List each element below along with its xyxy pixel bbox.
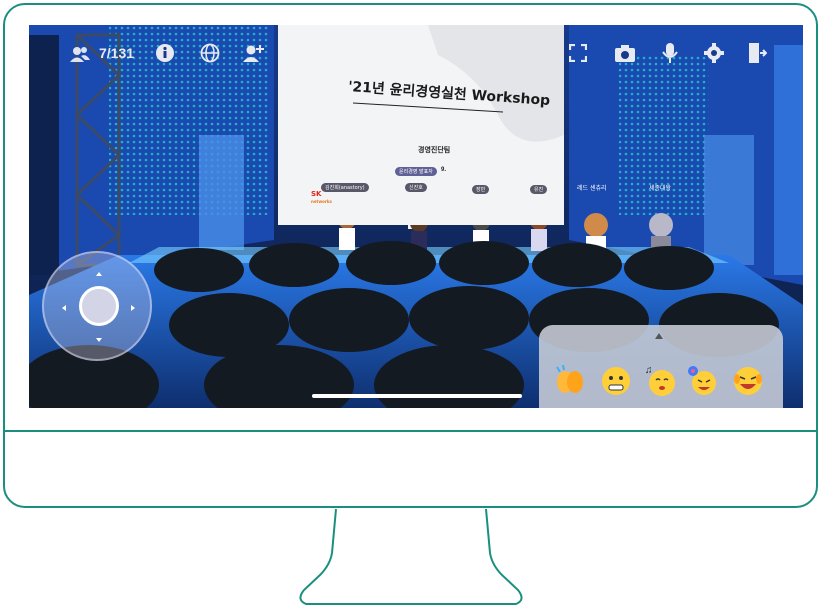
svg-text:♫: ♫ bbox=[645, 365, 653, 376]
singing-emoji[interactable]: ♫ bbox=[643, 363, 677, 397]
gear-icon[interactable] bbox=[704, 43, 724, 63]
arrow-left-icon bbox=[62, 305, 66, 311]
add-user-icon[interactable] bbox=[243, 43, 265, 63]
avatar-nametag: 레드 센츄리 bbox=[577, 185, 607, 192]
avatar-nametag: 신진호 bbox=[405, 183, 427, 192]
sk-networks-logo: SK networks bbox=[311, 190, 332, 204]
top-toolbar: 7/131 bbox=[29, 25, 803, 65]
home-indicator-bar[interactable] bbox=[312, 394, 522, 398]
laughing-emoji[interactable] bbox=[731, 363, 765, 397]
arrow-up-icon bbox=[96, 272, 102, 276]
clapping-hands-emoji[interactable] bbox=[553, 363, 587, 397]
camera-icon[interactable] bbox=[614, 43, 636, 63]
participant-count: 7/131 bbox=[99, 45, 135, 61]
globe-icon[interactable] bbox=[200, 43, 220, 63]
chevron-up-icon[interactable] bbox=[655, 333, 663, 339]
arrow-down-icon bbox=[96, 338, 102, 342]
joystick-knob[interactable] bbox=[79, 286, 119, 326]
arrow-right-icon bbox=[131, 305, 135, 311]
grimace-emoji[interactable] bbox=[599, 363, 633, 397]
avatar-nametag: 세종대왕 bbox=[649, 185, 672, 192]
users-icon[interactable] bbox=[69, 45, 91, 63]
slide-date: 9. bbox=[441, 167, 447, 173]
cheering-emoji[interactable] bbox=[687, 363, 721, 397]
exit-icon[interactable] bbox=[747, 42, 767, 64]
app-screen: '21년 윤리경영실천 Workshop 경영진단팀 9. SK network… bbox=[29, 25, 803, 408]
presenter-tag: 윤리경영 발표자 bbox=[395, 167, 437, 176]
microphone-icon[interactable] bbox=[661, 42, 679, 64]
fullscreen-icon[interactable] bbox=[569, 44, 587, 62]
avatar-nametag: 김진희(anastory) bbox=[321, 183, 369, 192]
slide-subtitle: 경영진단팀 bbox=[418, 146, 451, 154]
avatar-nametag: 장민 bbox=[472, 185, 490, 194]
emoji-reaction-panel: ♫ bbox=[539, 325, 783, 408]
info-icon[interactable] bbox=[155, 43, 175, 63]
joystick-control[interactable] bbox=[42, 251, 152, 361]
avatar-nametag: 유진 bbox=[530, 185, 548, 194]
